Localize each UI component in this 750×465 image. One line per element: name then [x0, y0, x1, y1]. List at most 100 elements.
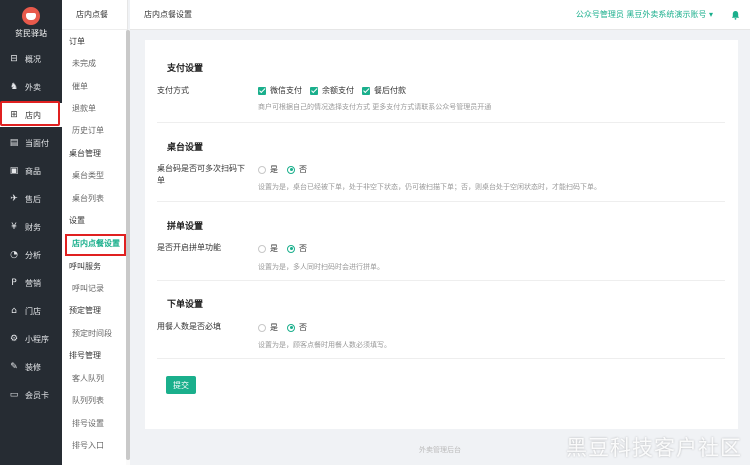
- submenu-item-12[interactable]: 预定管理: [62, 300, 128, 322]
- diner-count-yes-radio[interactable]: 是: [258, 322, 278, 333]
- diner-count-help-text: 设置为是，顾客点餐时用餐人数必须填写。: [258, 341, 391, 349]
- radio-selected-icon: [287, 244, 295, 253]
- table-multi-scan-label: 桌台码是否可多次扫码下单: [157, 164, 245, 185]
- pay-after-meal-label: 餐后付款: [374, 86, 406, 95]
- table-multi-scan-no-radio[interactable]: 否: [287, 164, 307, 175]
- wechat-pay-checkbox[interactable]: 微信支付: [258, 85, 302, 96]
- submenu-item-16[interactable]: 队列列表: [62, 390, 128, 412]
- nav-item-label: 会员卡: [25, 390, 49, 400]
- diner-count-no-radio[interactable]: 否: [287, 322, 307, 333]
- submenu-item-5[interactable]: 桌台管理: [62, 143, 128, 165]
- nav-item-label: 店内: [25, 110, 41, 120]
- scrollbar-thumb[interactable]: [126, 30, 130, 460]
- group-order-help-text: 设置为是，多人同时扫码时会进行拼单。: [258, 263, 384, 271]
- radio-no-label: 否: [299, 244, 307, 253]
- brand-name: 贫民驿站: [15, 29, 47, 38]
- submenu-item-9[interactable]: 店内点餐设置: [62, 233, 128, 255]
- radio-icon: [258, 323, 266, 332]
- nav-item-10[interactable]: ⚙ 小程序: [0, 327, 62, 351]
- nav-item-6[interactable]: ¥ 财务: [0, 215, 62, 239]
- nav-item-5[interactable]: ✈ 售后: [0, 187, 62, 211]
- group-order-no-radio[interactable]: 否: [287, 243, 307, 254]
- nav-item-label: 门店: [25, 306, 41, 316]
- submenu-item-2[interactable]: 催单: [62, 76, 128, 98]
- analysis-icon: ◔: [10, 250, 18, 260]
- balance-pay-label: 余额支付: [322, 86, 354, 95]
- group-order-label: 是否开启拼单功能: [157, 243, 221, 252]
- member-card-icon: ▭: [9, 390, 19, 400]
- nav-item-3[interactable]: ▤ 当面付: [0, 131, 62, 155]
- divider: [157, 280, 725, 281]
- submenu-item-6[interactable]: 桌台类型: [62, 165, 128, 187]
- sub-sidebar: 店内点餐 订单 未完成 催单 退款单 历史订单 桌台管理 桌台类型 桌台列表 设置 店内点餐设置呼…: [62, 0, 128, 465]
- nav-item-4[interactable]: ▣ 商品: [0, 159, 62, 183]
- payment-help-text: 商户可根据自己的情况选择支付方式 更多支付方式请联系公众号管理员开通: [258, 103, 492, 111]
- table-multi-scan-yes-radio[interactable]: 是: [258, 164, 278, 175]
- divider: [157, 201, 725, 202]
- overview-icon: ⊟: [10, 54, 18, 64]
- radio-selected-icon: [287, 165, 295, 174]
- nav-item-8[interactable]: P 营销: [0, 271, 62, 295]
- pay-after-meal-checkbox[interactable]: 餐后付款: [362, 85, 406, 96]
- bike-icon: ♞: [9, 82, 19, 92]
- nav-item-label: 商品: [25, 166, 41, 176]
- watermark-text: 黑豆科技客户社区: [566, 436, 742, 460]
- radio-yes-label: 是: [270, 244, 278, 253]
- nav-item-1[interactable]: ♞ 外卖: [0, 75, 62, 99]
- store-icon: ⊞: [10, 110, 18, 120]
- submit-button[interactable]: 提交: [166, 376, 196, 394]
- submenu-item-10[interactable]: 呼叫服务: [62, 256, 128, 278]
- nav-item-label: 售后: [25, 194, 41, 204]
- nav-item-label: 概况: [25, 54, 41, 64]
- submenu-item-4[interactable]: 历史订单: [62, 120, 128, 142]
- nav-item-label: 分析: [25, 250, 41, 260]
- sub-sidebar-title: 店内点餐: [62, 0, 127, 30]
- finance-icon: ¥: [11, 222, 17, 232]
- radio-yes-label: 是: [270, 323, 278, 332]
- marketing-icon: P: [11, 278, 17, 288]
- brand: 贫民驿站: [0, 0, 62, 42]
- nav-item-label: 外卖: [25, 82, 41, 92]
- submenu-item-14[interactable]: 排号管理: [62, 345, 128, 367]
- nav-item-7[interactable]: ◔ 分析: [0, 243, 62, 267]
- wechat-pay-label: 微信支付: [270, 86, 302, 95]
- sub-sidebar-scrollbar[interactable]: [126, 30, 130, 465]
- payment-section-title: 支付设置: [167, 64, 204, 74]
- submenu-item-0[interactable]: 订单: [62, 31, 128, 53]
- miniapp-icon: ⚙: [9, 334, 19, 344]
- submenu-item-17[interactable]: 排号设置: [62, 413, 128, 435]
- submenu-item-3[interactable]: 退款单: [62, 98, 128, 120]
- nav-item-label: 财务: [25, 222, 41, 232]
- nav-item-11[interactable]: ✎ 装修: [0, 355, 62, 379]
- nav-item-label: 营销: [25, 278, 41, 288]
- submenu-item-8[interactable]: 设置: [62, 210, 128, 232]
- balance-pay-checkbox[interactable]: 余额支付: [310, 85, 354, 96]
- radio-selected-icon: [287, 323, 295, 332]
- settings-card: 支付设置 支付方式 微信支付 余额支付 餐后付款 商户可根据自己的情况选择支付方…: [145, 40, 738, 429]
- submenu-item-18[interactable]: 排号入口: [62, 435, 128, 457]
- nav-item-9[interactable]: ⌂ 门店: [0, 299, 62, 323]
- account-dropdown[interactable]: 公众号管理员 黑豆外卖系统演示账号 ▾: [576, 9, 713, 20]
- group-order-yes-radio[interactable]: 是: [258, 243, 278, 254]
- checkbox-checked-icon: [258, 86, 266, 95]
- aftersale-icon: ✈: [10, 194, 18, 204]
- submenu-item-1[interactable]: 未完成: [62, 53, 128, 75]
- nav-item-0[interactable]: ⊟ 概况: [0, 47, 62, 71]
- submenu-item-13[interactable]: 预定时间段: [62, 323, 128, 345]
- submenu-item-11[interactable]: 呼叫记录: [62, 278, 128, 300]
- submenu-item-7[interactable]: 桌台列表: [62, 188, 128, 210]
- nav-item-label: 小程序: [25, 334, 49, 344]
- bell-icon[interactable]: [731, 10, 740, 20]
- diner-count-label: 用餐人数是否必填: [157, 322, 221, 331]
- order-section-title: 下单设置: [167, 300, 204, 310]
- goods-icon: ▣: [9, 166, 19, 176]
- nav-item-2[interactable]: ⊞ 店内: [0, 103, 62, 127]
- divider: [157, 358, 725, 359]
- payment-method-label: 支付方式: [157, 86, 189, 95]
- page-title: 店内点餐设置: [144, 10, 192, 19]
- radio-yes-label: 是: [270, 165, 278, 174]
- nav-item-12[interactable]: ▭ 会员卡: [0, 383, 62, 407]
- brand-avatar: [22, 7, 40, 25]
- submenu-item-15[interactable]: 客人队列: [62, 368, 128, 390]
- top-header: 店内点餐设置 公众号管理员 黑豆外卖系统演示账号 ▾: [130, 0, 750, 30]
